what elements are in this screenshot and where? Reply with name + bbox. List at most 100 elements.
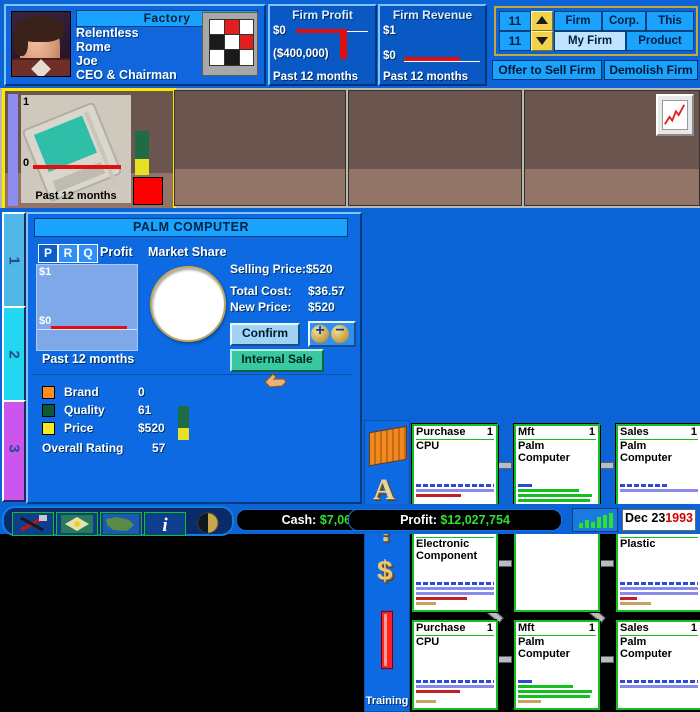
map-region-icon[interactable] (56, 512, 98, 536)
zoom-value-bottom[interactable]: 11 (499, 31, 531, 51)
clock-icon[interactable] (188, 512, 228, 534)
node-product: CPU (416, 440, 440, 452)
firm-profit-top-label: $0 (273, 25, 286, 37)
finance-icon[interactable]: $ (377, 555, 393, 587)
toggle-profit[interactable]: P (38, 244, 58, 263)
toggle-quantity[interactable]: Q (78, 244, 98, 263)
confirm-button[interactable]: Confirm (230, 323, 300, 346)
node-empty-slot[interactable] (514, 522, 600, 612)
side-tab-1[interactable]: 1 (2, 212, 26, 308)
side-tab-strip: 1 2 3 (2, 212, 26, 502)
firm-revenue-top-label: $1 (383, 25, 396, 37)
node-product: Palm Computer (620, 636, 672, 660)
node-purchase-cpu-2[interactable]: Purchase 1 CPU (412, 620, 498, 710)
demolish-firm-button[interactable]: Demolish Firm (604, 60, 698, 80)
side-tab-1-label: 1 (5, 256, 23, 265)
quality-value: 61 (138, 403, 152, 417)
advertising-icon[interactable]: A (373, 473, 395, 507)
slot-footer: Past 12 months (35, 190, 117, 202)
node-product: Palm Computer (620, 440, 672, 464)
product-detail-panel: PALM COMPUTER P R Q Profit Market Share … (26, 212, 362, 504)
node-type: Purchase (416, 622, 466, 634)
node-mft-palm-computer-2[interactable]: Mft 1 Palm Computer (514, 620, 600, 710)
quality-label: Quality (64, 403, 105, 417)
graph-footer: Past 12 months (42, 352, 135, 366)
market-share-label: Market Share (148, 245, 227, 259)
selling-price-value: $520 (306, 262, 333, 276)
node-sales-palm-computer-2[interactable]: Sales 1 Palm Computer (616, 620, 700, 710)
firm-profit-panel[interactable]: Firm Profit $0 ($400,000) Past 12 months (268, 4, 377, 86)
tool-palette: A ? $ Training (364, 420, 410, 712)
chevron-down-icon[interactable] (531, 31, 553, 51)
product-shelf: 1 0 Past 12 months (0, 88, 700, 212)
date-year: 1993 (665, 511, 693, 525)
node-mft-palm-computer-1[interactable]: Mft 1 Palm Computer (514, 424, 600, 514)
ceo-role: CEO & Chairman (76, 68, 177, 82)
tab-product[interactable]: Product (626, 31, 694, 51)
tab-this-city[interactable]: This City (646, 11, 694, 45)
quality-swatch (42, 404, 55, 417)
node-sales-palm-computer-1[interactable]: Sales 1 Palm Computer (616, 424, 700, 514)
market-share-pie[interactable] (150, 266, 226, 342)
line-chart-icon[interactable] (656, 94, 694, 136)
zoom-value-top[interactable]: 11 (499, 11, 531, 31)
view-selector-cluster: 11 11 Firm Corp. This City My Firm Produ… (494, 6, 698, 56)
node-purchase-plastic[interactable]: Purchase 1 Plastic (616, 522, 700, 612)
info-icon[interactable]: i (144, 512, 186, 536)
pointing-hand-cursor (262, 368, 288, 394)
price-label: Price (64, 421, 94, 435)
slot-side-strip (8, 94, 18, 206)
node-product: CPU (416, 636, 440, 648)
profit-graph[interactable]: $1 $0 (36, 264, 138, 351)
date-day: Dec 23 (625, 511, 666, 525)
firm-revenue-panel[interactable]: Firm Revenue $1 $0 Past 12 months (378, 4, 487, 86)
price-stepper: + − (308, 321, 356, 347)
overall-rating-label: Overall Rating (42, 441, 124, 455)
node-type: Mft (518, 622, 535, 634)
ceo-name: Joe (76, 54, 98, 68)
training-label: Training (365, 695, 409, 707)
quality-price-bar (178, 406, 189, 440)
minus-icon: − (335, 322, 345, 339)
node-purchase-cpu-1[interactable]: Purchase 1 CPU (412, 424, 498, 514)
world-map-icon[interactable] (100, 512, 142, 536)
company-city: Rome (76, 40, 111, 54)
cash-label: Cash: (281, 513, 317, 527)
tools-icon[interactable] (12, 512, 54, 536)
price-value: $520 (138, 421, 165, 435)
library-books-icon[interactable] (369, 425, 407, 467)
toggle-revenue[interactable]: R (58, 244, 78, 263)
node-qty: 1 (486, 426, 493, 438)
tab-my-firm[interactable]: My Firm (554, 31, 626, 51)
price-decrease-button[interactable]: − (331, 322, 349, 343)
price-swatch (42, 422, 55, 435)
company-name: Relentless (76, 26, 139, 40)
training-thermometer-icon[interactable] (381, 611, 393, 669)
product-slot-1[interactable]: 1 0 Past 12 months (2, 88, 176, 212)
plus-icon: + (315, 322, 325, 339)
side-tab-3[interactable]: 3 (2, 400, 26, 502)
offer-to-sell-firm-button[interactable]: Offer to Sell Firm (492, 60, 602, 80)
node-purchase-electronic-component[interactable]: Purchase 1 Electronic Component (412, 522, 498, 612)
tab-corp[interactable]: Corp. (602, 11, 646, 31)
date-display[interactable]: Dec 23 1993 (622, 509, 696, 531)
tab-firm[interactable]: Firm (554, 11, 602, 31)
top-bar: Factory Relentless Rome Joe CEO & Chairm… (0, 0, 700, 88)
main-area: 1 2 3 PALM COMPUTER P R Q Profit Market … (0, 208, 700, 712)
firm-revenue-footer: Past 12 months (383, 71, 468, 83)
company-info-panel[interactable]: Factory Relentless Rome Joe CEO & Chairm… (4, 4, 266, 86)
chevron-up-icon[interactable] (531, 11, 553, 31)
side-tab-2[interactable]: 2 (2, 306, 26, 402)
product-slot-3[interactable] (348, 90, 522, 206)
svg-text:i: i (162, 515, 168, 535)
node-type: Mft (518, 426, 535, 438)
node-qty: 1 (486, 622, 493, 634)
speed-bars-icon[interactable] (572, 508, 618, 532)
side-tab-3-label: 3 (5, 444, 23, 453)
product-slot-2[interactable] (174, 90, 346, 206)
selling-price-label: Selling Price: (230, 262, 307, 276)
slot-rating-bar (135, 131, 149, 175)
toolbar-group: i (2, 506, 234, 536)
price-increase-button[interactable]: + (311, 322, 329, 343)
brand-swatch (42, 386, 55, 399)
